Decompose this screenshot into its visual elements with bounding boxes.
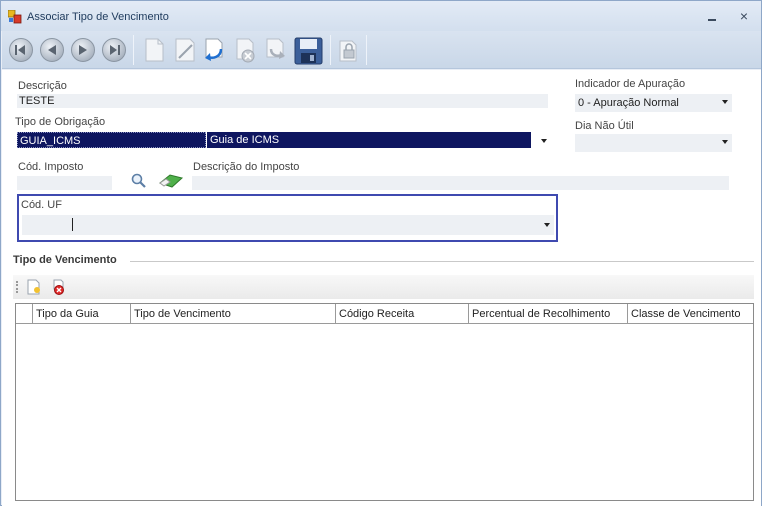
previous-icon bbox=[48, 45, 56, 55]
tipo-obrigacao-label: Tipo de Obrigação bbox=[15, 116, 106, 128]
edit-icon bbox=[175, 38, 195, 62]
first-record-button[interactable] bbox=[8, 37, 34, 63]
redo-icon bbox=[266, 38, 285, 59]
save-button[interactable] bbox=[294, 37, 324, 65]
cod-imposto-label: Cód. Imposto bbox=[18, 161, 84, 173]
tipo-obrigacao-code: GUIA_ICMS bbox=[20, 135, 81, 147]
descricao-imposto-field[interactable] bbox=[192, 176, 729, 190]
dropdown-arrow-icon bbox=[722, 140, 728, 144]
first-icon bbox=[15, 45, 25, 55]
column-header[interactable]: Percentual de Recolhimento bbox=[468, 304, 627, 323]
dropdown-arrow-icon bbox=[541, 139, 547, 143]
dia-nao-util-combo[interactable] bbox=[575, 134, 732, 152]
eraser-icon[interactable] bbox=[158, 171, 184, 189]
delete-button[interactable] bbox=[233, 37, 259, 63]
indicador-apuracao-label: Indicador de Apuração bbox=[575, 78, 686, 90]
next-record-button[interactable] bbox=[70, 37, 96, 63]
dialog-window: Associar Tipo de Vencimento × Descrição … bbox=[0, 0, 762, 506]
minimize-button[interactable] bbox=[704, 9, 720, 23]
close-button[interactable]: × bbox=[736, 9, 752, 23]
save-icon bbox=[294, 37, 323, 65]
cod-uf-group: Cód. UF bbox=[17, 194, 558, 242]
tipo-obrigacao-desc: Guia de ICMS bbox=[210, 134, 280, 146]
section-divider bbox=[130, 261, 754, 262]
undo-button[interactable] bbox=[201, 37, 227, 63]
column-header[interactable]: Tipo da Guia bbox=[32, 304, 130, 323]
cod-uf-combo[interactable] bbox=[22, 215, 554, 235]
dia-nao-util-label: Dia Não Útil bbox=[575, 120, 634, 132]
column-header[interactable]: Código Receita bbox=[335, 304, 468, 323]
cod-imposto-field[interactable] bbox=[17, 176, 112, 190]
grid-header: Tipo da Guia Tipo de Vencimento Código R… bbox=[16, 304, 753, 324]
last-icon bbox=[110, 45, 120, 55]
main-toolbar bbox=[2, 31, 761, 69]
title-bar: Associar Tipo de Vencimento × bbox=[1, 1, 761, 31]
tipo-obrigacao-combo[interactable]: GUIA_ICMS Guia de ICMS bbox=[17, 132, 551, 150]
cod-uf-label: Cód. UF bbox=[21, 199, 62, 211]
add-row-icon[interactable] bbox=[26, 279, 42, 295]
lock-icon bbox=[339, 40, 357, 62]
redo-button[interactable] bbox=[263, 37, 289, 63]
search-icon[interactable] bbox=[130, 172, 148, 190]
edit-button[interactable] bbox=[172, 37, 198, 63]
undo-icon bbox=[205, 38, 223, 61]
app-icon bbox=[8, 10, 22, 24]
next-icon bbox=[79, 45, 87, 55]
dropdown-arrow-icon bbox=[722, 100, 728, 104]
column-header[interactable]: Tipo de Vencimento bbox=[130, 304, 335, 323]
descricao-field[interactable]: TESTE bbox=[17, 94, 548, 108]
grid-toolbar bbox=[13, 275, 754, 299]
indicador-apuracao-combo[interactable]: 0 - Apuração Normal bbox=[575, 94, 732, 112]
new-icon bbox=[145, 38, 164, 62]
previous-record-button[interactable] bbox=[39, 37, 65, 63]
column-header[interactable]: Classe de Vencimento bbox=[627, 304, 753, 323]
toolbar-grip bbox=[16, 281, 18, 293]
vencimento-grid[interactable]: Tipo da Guia Tipo de Vencimento Código R… bbox=[15, 303, 754, 501]
lock-button[interactable] bbox=[335, 37, 361, 63]
dropdown-arrow-icon bbox=[544, 223, 550, 227]
form-area: Descrição TESTE Tipo de Obrigação GUIA_I… bbox=[2, 70, 761, 506]
section-title: Tipo de Vencimento bbox=[13, 254, 117, 266]
delete-icon bbox=[236, 38, 255, 63]
window-title: Associar Tipo de Vencimento bbox=[27, 11, 169, 23]
text-cursor bbox=[72, 218, 73, 231]
descricao-imposto-label: Descrição do Imposto bbox=[193, 161, 300, 173]
last-record-button[interactable] bbox=[101, 37, 127, 63]
descricao-label: Descrição bbox=[18, 80, 67, 92]
new-button[interactable] bbox=[141, 37, 167, 63]
delete-row-icon[interactable] bbox=[51, 279, 67, 295]
